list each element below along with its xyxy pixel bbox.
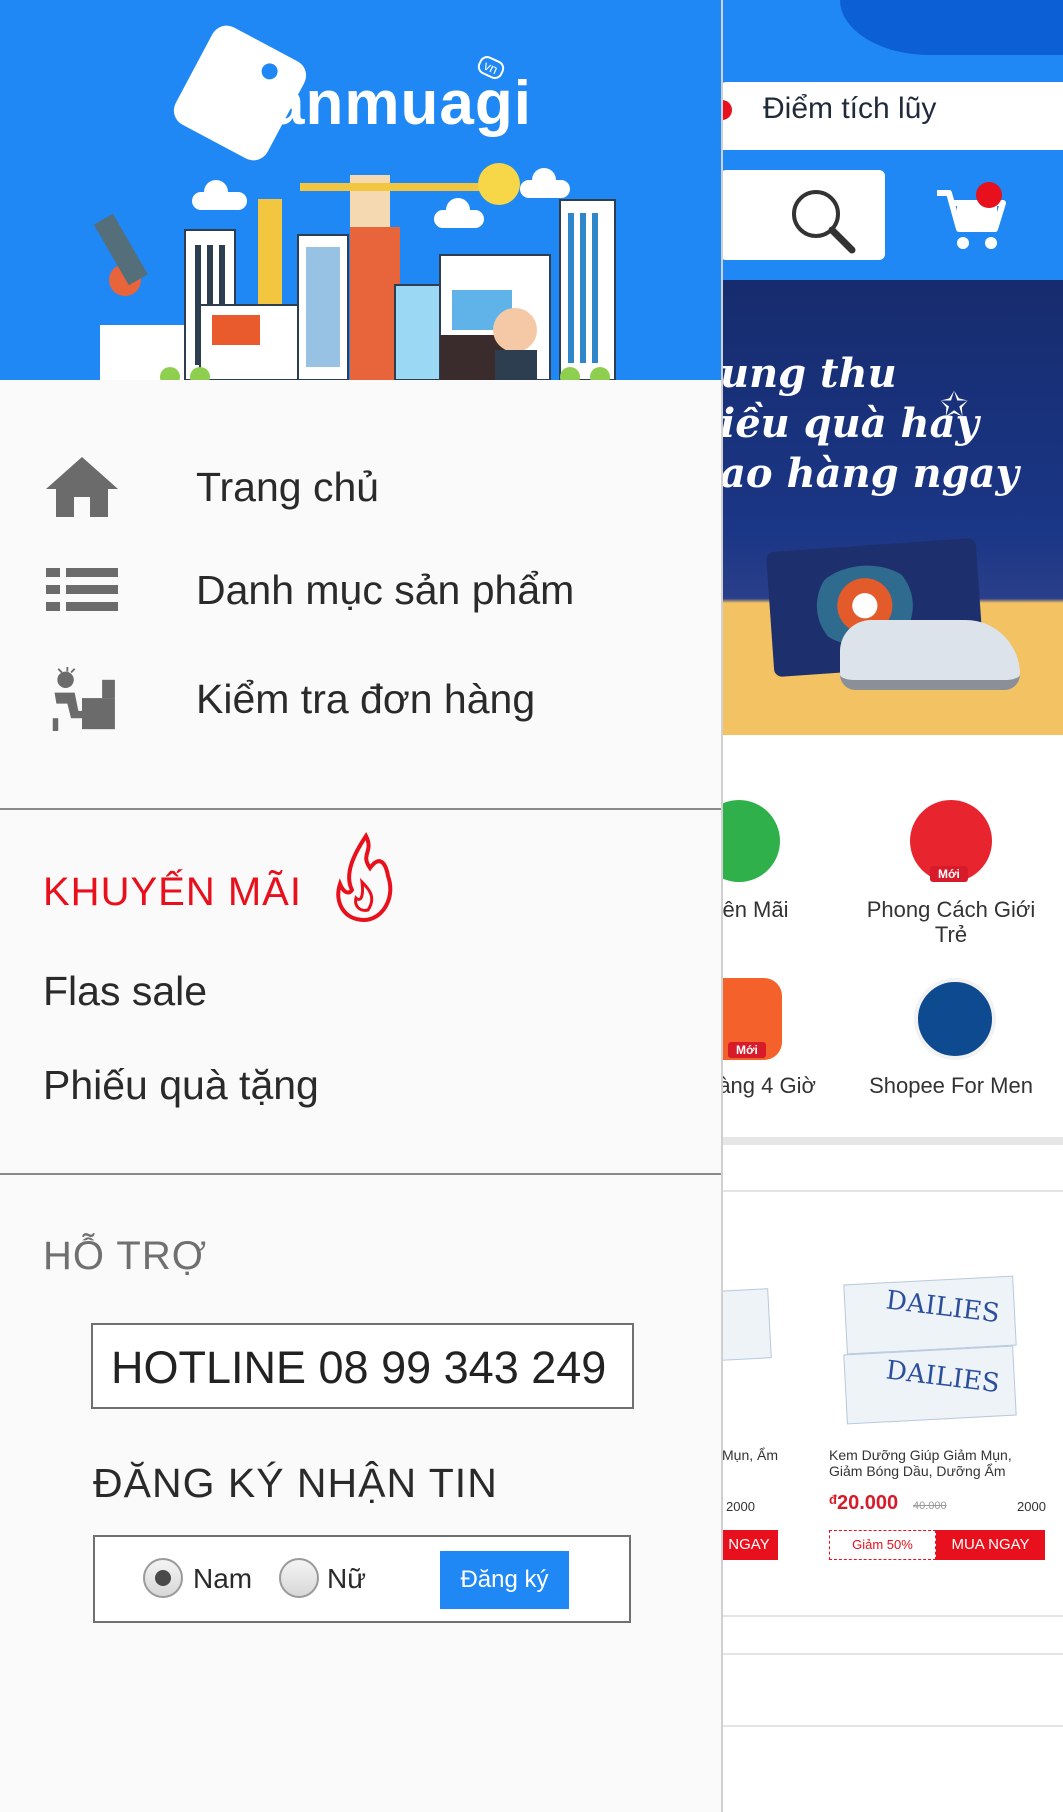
hotline-box[interactable]: HOTLINE 08 99 343 249 xyxy=(91,1323,634,1409)
cloud-illustration xyxy=(520,168,570,198)
new-badge: Mới xyxy=(728,1042,766,1058)
tree-illustration xyxy=(560,367,580,380)
buy-now-button[interactable]: MUA NGAY xyxy=(936,1530,1045,1560)
menu-item-categories[interactable]: Danh mục sản phẩm xyxy=(40,555,680,625)
product-sold-left: 2000 xyxy=(726,1499,755,1514)
men-icon[interactable] xyxy=(914,978,996,1060)
hotline-text: HOTLINE 08 99 343 249 xyxy=(111,1342,607,1393)
cloud-illustration xyxy=(434,198,484,228)
product-brand-text: DAILIES xyxy=(884,1285,1002,1330)
buy-now-button-left[interactable]: NGAY xyxy=(720,1530,778,1560)
discount-badge: Giảm 50% xyxy=(829,1530,936,1560)
navigation-drawer: anmuagi vn Trang chủ Danh mục sản phẩm K… xyxy=(0,0,723,1812)
gift-voucher-link[interactable]: Phiếu quà tặng xyxy=(43,1062,319,1109)
menu-label: Trang chủ xyxy=(196,464,380,510)
product-image[interactable]: DAILIES xyxy=(843,1345,1017,1425)
product-brand-text: DAILIES xyxy=(884,1355,1002,1400)
newsletter-title: ĐĂNG KÝ NHẬN TIN xyxy=(93,1460,498,1506)
product-old-price: 40.000 xyxy=(913,1500,947,1512)
fire-icon xyxy=(336,832,393,923)
gender-radio-female[interactable] xyxy=(279,1558,319,1598)
currency-symbol: đ xyxy=(829,1492,837,1507)
search-icon[interactable] xyxy=(786,184,858,256)
menu-label: Danh mục sản phẩm xyxy=(196,567,575,613)
new-badge: Mới xyxy=(930,866,968,882)
support-section-title: HỖ TRỢ xyxy=(43,1234,208,1278)
banner-line: ung thu xyxy=(720,350,897,397)
menu-label: Kiểm tra đơn hàng xyxy=(196,676,536,722)
star-icon: ✩ xyxy=(940,386,969,424)
gender-label-male: Nam xyxy=(193,1563,253,1594)
product-image[interactable]: DAILIES xyxy=(843,1275,1017,1355)
product-title-left[interactable]: Mụn, Ẩm xyxy=(722,1447,782,1463)
section-line xyxy=(720,1725,1063,1727)
promo-banner[interactable]: ung thu iều quà hay ao hàng ngay xyxy=(720,280,1063,735)
order-check-icon xyxy=(52,667,115,731)
sun-illustration xyxy=(478,163,520,205)
home-icon xyxy=(46,457,118,517)
menu-item-order-check[interactable]: Kiểm tra đơn hàng xyxy=(40,664,680,734)
price-value: 20.000 xyxy=(836,1492,899,1514)
list-icon xyxy=(46,568,118,611)
newsletter-form: Nam Nữ Đăng ký xyxy=(93,1535,631,1623)
section-line xyxy=(720,1653,1063,1655)
cart-badge xyxy=(976,182,1002,208)
product-sold: 2000 xyxy=(1017,1499,1046,1514)
tree-illustration xyxy=(590,367,610,380)
section-separator xyxy=(720,1137,1063,1145)
drawer-divider xyxy=(0,808,721,810)
points-label[interactable]: Điểm tích lũy xyxy=(763,92,936,126)
register-button[interactable]: Đăng ký xyxy=(440,1551,569,1609)
tree-illustration xyxy=(190,367,210,380)
section-line xyxy=(720,1190,1063,1192)
category-label[interactable]: Phong Cách Giới Trẻ xyxy=(866,897,1036,947)
cloud-illustration xyxy=(192,180,247,210)
gender-radio-male[interactable] xyxy=(143,1558,183,1598)
drawer-divider xyxy=(0,1173,721,1175)
shoe-image xyxy=(840,620,1020,690)
gender-label-female: Nữ xyxy=(327,1563,366,1594)
category-label[interactable]: Shopee For Men xyxy=(866,1073,1036,1098)
section-line xyxy=(720,1615,1063,1617)
drawer-header: anmuagi vn xyxy=(0,0,721,380)
product-title[interactable]: Kem Dưỡng Giúp Giảm Mụn, Giảm Bóng Dầu, … xyxy=(829,1447,1049,1479)
product-price: đ20.000 xyxy=(829,1492,898,1515)
flash-sale-link[interactable]: Flas sale xyxy=(43,968,207,1015)
menu-item-home[interactable]: Trang chủ xyxy=(40,452,680,522)
banner-line: ao hàng ngay xyxy=(720,450,1019,497)
tree-illustration xyxy=(160,367,180,380)
promo-section-title: KHUYẾN MÃI xyxy=(43,870,302,914)
